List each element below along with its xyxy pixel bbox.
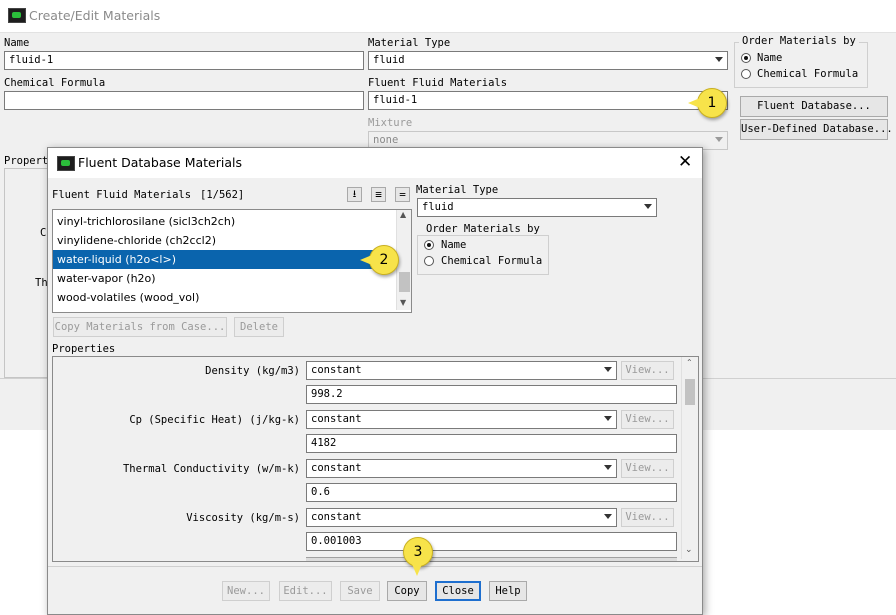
- fluent-fluid-materials-label: Fluent Fluid Materials: [368, 77, 508, 89]
- dialog-order-chem-label: Chemical Formula: [441, 255, 543, 267]
- scroll-down-icon[interactable]: ⌄: [685, 545, 693, 555]
- app-icon: [8, 8, 26, 23]
- delete-button[interactable]: Delete: [234, 317, 284, 337]
- chevron-down-icon: [644, 204, 652, 209]
- chevron-down-icon: [715, 137, 723, 142]
- scroll-down-icon[interactable]: ▼: [400, 298, 406, 307]
- callout-1: 1: [688, 88, 727, 118]
- scroll-up-icon[interactable]: ▲: [400, 210, 406, 219]
- list-count: [1/562]: [200, 189, 245, 201]
- list-item-selected[interactable]: water-liquid (h2o<l>): [53, 250, 395, 269]
- materials-list[interactable]: vinyl-trichlorosilane (sicl3ch2ch) vinyl…: [52, 209, 412, 313]
- save-button[interactable]: Save: [340, 581, 380, 601]
- sort-icon[interactable]: ⭳: [347, 187, 362, 202]
- list-item[interactable]: vinyl-trichlorosilane (sicl3ch2ch): [53, 212, 395, 231]
- cp-view-button[interactable]: View...: [621, 410, 674, 429]
- edit-button[interactable]: Edit...: [279, 581, 332, 601]
- materials-list-items: vinyl-trichlorosilane (sicl3ch2ch) vinyl…: [53, 210, 395, 310]
- fluent-fluid-materials-list-label: Fluent Fluid Materials: [52, 189, 192, 201]
- chevron-down-icon: [715, 57, 723, 62]
- dialog-order-name-label: Name: [441, 239, 467, 251]
- list-item[interactable]: wood-volatiles (wood_vol): [53, 288, 395, 307]
- fluent-fluid-materials-value: fluid-1: [373, 94, 418, 106]
- user-defined-database-button[interactable]: User-Defined Database...: [740, 119, 893, 140]
- fluent-database-dialog: Fluent Database Materials ✕ Fluent Fluid…: [47, 147, 703, 615]
- main-partial-th: Th: [35, 277, 48, 289]
- properties-panel: Density (kg/m3) constant View... 998.2 C…: [52, 356, 699, 562]
- chemical-formula-field[interactable]: [4, 91, 364, 110]
- callout-3: 3: [403, 537, 433, 576]
- cp-label: Cp (Specific Heat) (j/kg-k): [129, 414, 300, 426]
- mixture-value: none: [373, 134, 399, 146]
- viscosity-label: Viscosity (kg/m-s): [186, 512, 300, 524]
- viscosity-value-field[interactable]: 0.001003: [306, 532, 677, 551]
- dialog-title: Fluent Database Materials: [78, 155, 242, 170]
- main-order-chem-radio[interactable]: [741, 69, 751, 79]
- fluent-fluid-materials-select[interactable]: fluid-1: [368, 91, 728, 110]
- chevron-down-icon: [604, 416, 612, 421]
- next-property-row-partial: [306, 557, 677, 561]
- main-order-name-radio[interactable]: [741, 53, 751, 63]
- list-item[interactable]: vinylidene-chloride (ch2ccl2): [53, 231, 395, 250]
- help-button[interactable]: Help: [489, 581, 527, 601]
- main-window-title: Create/Edit Materials: [29, 8, 161, 23]
- material-type-select[interactable]: fluid: [368, 51, 728, 70]
- dialog-material-type-value: fluid: [422, 201, 454, 213]
- properties-label: Properties: [52, 343, 116, 355]
- close-button[interactable]: Close: [435, 581, 481, 601]
- app-icon: [57, 156, 75, 171]
- dialog-order-name-radio[interactable]: [424, 240, 434, 250]
- properties-scrollbar[interactable]: ⌃ ⌄: [681, 357, 698, 559]
- chevron-down-icon: [604, 465, 612, 470]
- list-icon[interactable]: ≡: [371, 187, 386, 202]
- chevron-down-icon: [604, 514, 612, 519]
- thermal-conductivity-method-select[interactable]: constant: [306, 459, 617, 478]
- cp-value-field[interactable]: 4182: [306, 434, 677, 453]
- main-order-group: [734, 42, 868, 88]
- copy-materials-from-case-button[interactable]: Copy Materials from Case...: [53, 317, 227, 337]
- thermal-conductivity-value-field[interactable]: 0.6: [306, 483, 677, 502]
- material-type-label: Material Type: [368, 37, 451, 49]
- main-order-chem-label: Chemical Formula: [757, 68, 859, 80]
- name-label: Name: [4, 37, 30, 49]
- dialog-order-title: Order Materials by: [423, 223, 543, 235]
- viscosity-method-select[interactable]: constant: [306, 508, 617, 527]
- scroll-thumb[interactable]: [399, 272, 410, 292]
- density-method-select[interactable]: constant: [306, 361, 617, 380]
- dialog-order-chem-radio[interactable]: [424, 256, 434, 266]
- main-order-name-label: Name: [757, 52, 783, 64]
- main-properties-label: Propert: [4, 155, 49, 167]
- viscosity-view-button[interactable]: View...: [621, 508, 674, 527]
- density-view-button[interactable]: View...: [621, 361, 674, 380]
- dialog-title-bar: Fluent Database Materials ✕: [48, 148, 702, 178]
- dialog-material-type-select[interactable]: fluid: [417, 198, 657, 217]
- main-partial-c: C: [40, 227, 47, 239]
- name-field[interactable]: fluid-1: [4, 51, 364, 70]
- chemical-formula-label: Chemical Formula: [4, 77, 106, 89]
- list-item[interactable]: water-vapor (h2o): [53, 269, 395, 288]
- scroll-up-icon[interactable]: ⌃: [686, 358, 693, 367]
- density-label: Density (kg/m3): [205, 365, 300, 377]
- mixture-label: Mixture: [368, 117, 413, 129]
- chevron-down-icon: [604, 367, 612, 372]
- new-button[interactable]: New...: [222, 581, 270, 601]
- dialog-material-type-label: Material Type: [416, 184, 499, 196]
- scroll-thumb[interactable]: [685, 379, 695, 405]
- callout-2: 2: [360, 245, 399, 275]
- density-value-field[interactable]: 998.2: [306, 385, 677, 404]
- equals-icon[interactable]: =: [395, 187, 410, 202]
- cp-method-select[interactable]: constant: [306, 410, 617, 429]
- material-type-value: fluid: [373, 54, 405, 66]
- fluent-database-button[interactable]: Fluent Database...: [740, 96, 888, 117]
- dialog-bottom-separator: [48, 566, 702, 567]
- main-order-title: Order Materials by: [739, 35, 859, 47]
- close-icon[interactable]: ✕: [678, 152, 692, 172]
- copy-button[interactable]: Copy: [387, 581, 427, 601]
- main-title-bar: Create/Edit Materials: [0, 0, 896, 32]
- thermal-conductivity-label: Thermal Conductivity (w/m-k): [122, 463, 300, 475]
- thermal-conductivity-view-button[interactable]: View...: [621, 459, 674, 478]
